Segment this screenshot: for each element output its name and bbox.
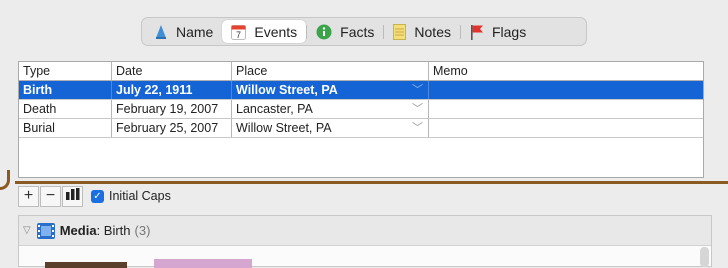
event-place-cell[interactable]: Lancaster, PA ﹀ (232, 100, 429, 118)
event-date-cell[interactable]: July 22, 1911 (112, 81, 232, 99)
media-thumbnail[interactable] (45, 262, 127, 268)
table-header: Type Date Place Memo (19, 62, 703, 81)
tab-notes[interactable]: Notes (384, 20, 460, 43)
film-icon (36, 222, 55, 239)
event-date-cell[interactable]: February 25, 2007 (112, 119, 232, 137)
tab-facts[interactable]: Facts (307, 20, 383, 43)
event-place-text: Willow Street, PA (236, 83, 338, 97)
annotation-bracket (0, 170, 10, 190)
tab-label: Notes (414, 23, 451, 40)
column-chart-button[interactable] (62, 185, 83, 207)
event-toolbar: + − ✓ Initial Caps (18, 184, 171, 208)
event-memo-cell[interactable] (429, 100, 703, 118)
event-type-cell[interactable]: Birth (19, 81, 112, 99)
event-place-text: Lancaster, PA (236, 102, 313, 116)
column-header-place[interactable]: Place (232, 62, 429, 80)
add-event-button[interactable]: + (18, 185, 39, 207)
remove-event-button[interactable]: − (40, 185, 61, 207)
event-type-cell[interactable]: Death (19, 100, 112, 118)
view-tab-bar: Name 7 Events Facts Notes Flags (141, 17, 587, 46)
calendar-icon: 7 (231, 24, 247, 40)
tab-name[interactable]: Name (145, 20, 222, 43)
tab-label: Flags (491, 23, 527, 40)
media-section: ▽ Media : Birth (3) (18, 215, 712, 268)
initial-caps-label: Initial Caps (109, 189, 171, 203)
flag-icon (470, 24, 484, 40)
tab-label: Name (176, 23, 214, 40)
column-header-type[interactable]: Type (19, 62, 112, 80)
disclosure-triangle-icon[interactable]: ▽ (23, 225, 31, 236)
event-date-cell[interactable]: February 19, 2007 (112, 100, 232, 118)
initial-caps-checkbox[interactable]: ✓ (91, 189, 104, 203)
table-row[interactable]: Burial February 25, 2007 Willow Street, … (19, 119, 703, 138)
tab-events[interactable]: 7 Events (222, 20, 307, 43)
event-memo-cell[interactable] (429, 81, 703, 99)
table-row[interactable]: Birth July 22, 1911 Willow Street, PA ﹀ (19, 81, 703, 100)
events-table: Type Date Place Memo Birth July 22, 1911… (18, 61, 704, 178)
event-place-cell[interactable]: Willow Street, PA ﹀ (232, 119, 429, 137)
column-header-memo[interactable]: Memo (429, 62, 703, 80)
table-row[interactable]: Death February 19, 2007 Lancaster, PA ﹀ (19, 100, 703, 119)
bar-chart-icon (65, 187, 80, 205)
tab-flags[interactable]: Flags (461, 20, 535, 43)
event-memo-cell[interactable] (429, 119, 703, 137)
chevron-down-icon[interactable]: ﹀ (412, 100, 423, 118)
scrollbar-thumb[interactable] (700, 247, 709, 267)
calendar-day-number: 7 (236, 30, 241, 40)
media-title: Media (59, 223, 97, 238)
event-place-text: Willow Street, PA (236, 121, 332, 135)
chevron-down-icon[interactable]: ﹀ (412, 81, 423, 99)
media-header[interactable]: ▽ Media : Birth (3) (19, 216, 711, 246)
column-header-date[interactable]: Date (112, 62, 232, 80)
media-subject: : Birth (96, 223, 131, 238)
person-icon (154, 24, 168, 40)
notepad-icon (393, 23, 407, 40)
tab-label: Facts (340, 23, 375, 40)
tab-label: Events (254, 23, 298, 40)
event-type-cell[interactable]: Burial (19, 119, 112, 137)
chevron-down-icon[interactable]: ﹀ (412, 119, 423, 137)
initial-caps-option[interactable]: ✓ Initial Caps (91, 189, 171, 203)
event-place-cell[interactable]: Willow Street, PA ﹀ (232, 81, 429, 99)
info-icon (316, 24, 332, 40)
media-count: (3) (134, 223, 151, 238)
